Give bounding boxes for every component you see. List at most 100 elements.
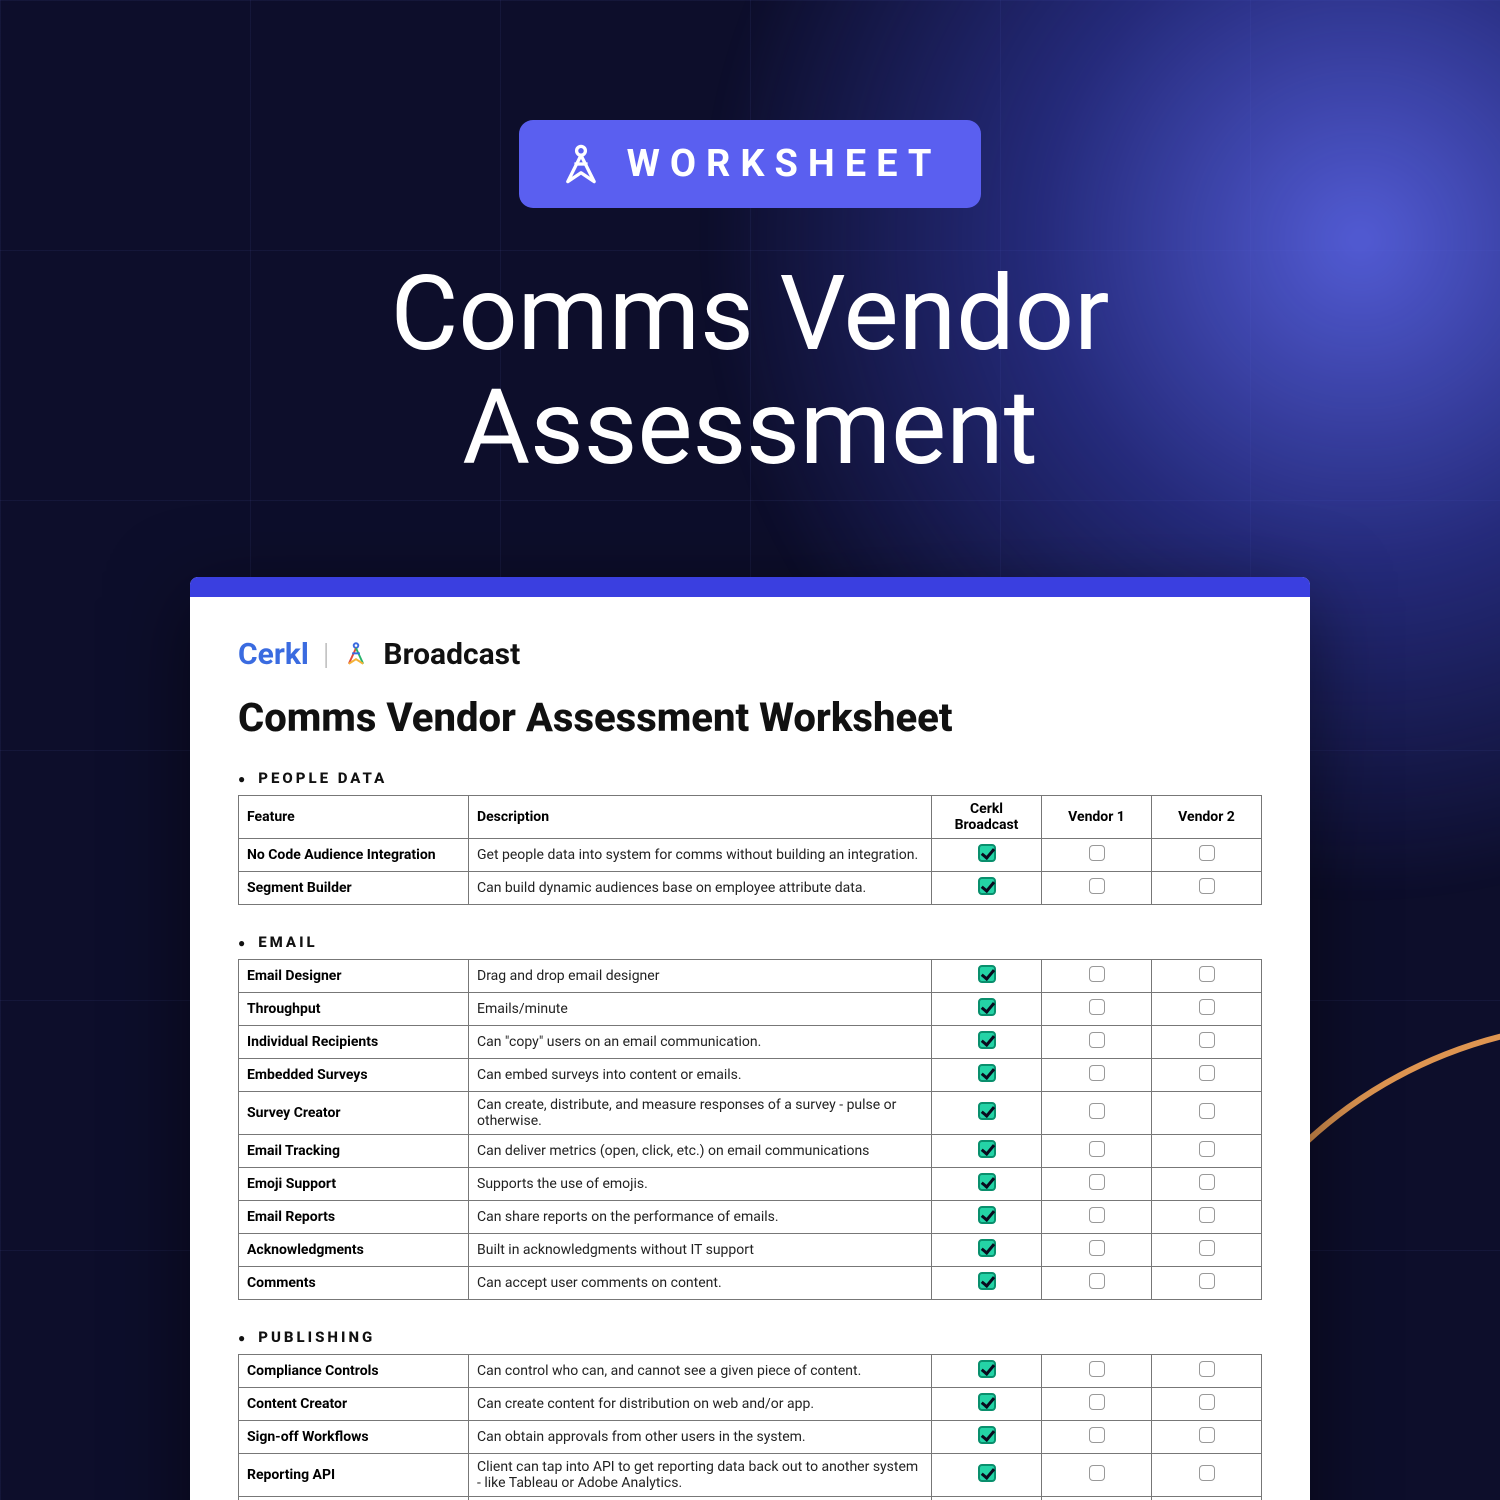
section: EMAILEmail DesignerDrag and drop email d… <box>238 933 1262 1300</box>
bullet-icon <box>238 1328 248 1346</box>
cell-description: Can "copy" users on an email communicati… <box>469 1025 932 1058</box>
checkbox-checked-icon <box>978 1464 996 1482</box>
checkbox-empty-icon <box>1089 966 1105 982</box>
cell-feature: Content Creator <box>239 1387 469 1420</box>
checkbox-checked-icon <box>978 1206 996 1224</box>
cell-vendor1 <box>1042 1058 1152 1091</box>
cell-vendor2 <box>1152 1091 1262 1134</box>
cell-feature: Survey Creator <box>239 1091 469 1134</box>
checkbox-checked-icon <box>978 1102 996 1120</box>
cell-cerkl <box>932 838 1042 871</box>
cell-vendor1 <box>1042 871 1152 904</box>
cell-vendor1 <box>1042 1134 1152 1167</box>
checkbox-checked-icon <box>978 1173 996 1191</box>
checkbox-checked-icon <box>978 844 996 862</box>
checkbox-empty-icon <box>1199 1207 1215 1223</box>
table-row: Sign-off WorkflowsCan obtain approvals f… <box>239 1420 1262 1453</box>
cell-vendor1 <box>1042 1167 1152 1200</box>
cell-feature: Email Reports <box>239 1200 469 1233</box>
checkbox-checked-icon <box>978 965 996 983</box>
cell-vendor2 <box>1152 1266 1262 1299</box>
broadcast-compass-icon <box>343 641 369 667</box>
sections-container: PEOPLE DATA FeatureDescriptionCerkl Broad… <box>238 769 1262 1500</box>
section-name: PEOPLE DATA <box>258 769 387 787</box>
checkbox-empty-icon <box>1089 1273 1105 1289</box>
title-line-1: Comms Vendor <box>391 254 1110 375</box>
cell-feature: Email Designer <box>239 959 469 992</box>
badge-label: WORKSHEET <box>627 142 942 186</box>
cell-cerkl <box>932 1058 1042 1091</box>
feature-table: Compliance ControlsCan control who can, … <box>238 1354 1262 1500</box>
cell-vendor1 <box>1042 1025 1152 1058</box>
cell-feature: Individual Recipients <box>239 1025 469 1058</box>
cell-cerkl <box>932 1200 1042 1233</box>
cell-vendor2 <box>1152 959 1262 992</box>
cell-description: Client can tap into API to get reporting… <box>469 1453 932 1496</box>
col-vendor2: Vendor 2 <box>1152 795 1262 838</box>
cell-description: Can create content for distribution on w… <box>469 1387 932 1420</box>
cell-description: Can control who can, and cannot see a gi… <box>469 1354 932 1387</box>
cell-feature: Embedded Surveys <box>239 1058 469 1091</box>
table-row: Emoji SupportSupports the use of emojis. <box>239 1167 1262 1200</box>
cell-vendor2 <box>1152 1058 1262 1091</box>
checkbox-empty-icon <box>1199 1273 1215 1289</box>
checkbox-empty-icon <box>1089 878 1105 894</box>
cell-cerkl <box>932 1496 1042 1500</box>
page-title: Comms Vendor Assessment <box>391 258 1110 487</box>
content-column: WORKSHEET Comms Vendor Assessment Cerkl … <box>0 0 1500 1500</box>
cell-vendor2 <box>1152 1200 1262 1233</box>
cell-cerkl <box>932 1091 1042 1134</box>
col-cerkl: Cerkl Broadcast <box>932 795 1042 838</box>
cell-vendor2 <box>1152 1167 1262 1200</box>
checkbox-checked-icon <box>978 1272 996 1290</box>
compass-icon <box>559 142 603 186</box>
table-row: Embedded SurveysCan embed surveys into c… <box>239 1058 1262 1091</box>
cell-vendor1 <box>1042 1496 1152 1500</box>
table-row: Email DesignerDrag and drop email design… <box>239 959 1262 992</box>
bullet-icon <box>238 769 248 787</box>
table-row: ThroughputEmails/minute <box>239 992 1262 1025</box>
cell-vendor1 <box>1042 1387 1152 1420</box>
brand-broadcast-text: Broadcast <box>383 637 520 672</box>
cell-description: Can build dynamic audiences base on empl… <box>469 871 932 904</box>
col-description: Description <box>469 795 932 838</box>
cell-description: Can obtain approvals from other users in… <box>469 1420 932 1453</box>
cell-vendor2 <box>1152 1025 1262 1058</box>
section: PEOPLE DATA FeatureDescriptionCerkl Broad… <box>238 769 1262 905</box>
table-row: Compliance ControlsCan control who can, … <box>239 1354 1262 1387</box>
table-row: Survey CreatorCan create, distribute, an… <box>239 1091 1262 1134</box>
cell-description: Can embed surveys into content or emails… <box>469 1058 932 1091</box>
cell-description: Get people data into system for comms wi… <box>469 838 932 871</box>
cell-feature: Sign-off Workflows <box>239 1420 469 1453</box>
cell-description: Can see performance of content on a per-… <box>469 1496 932 1500</box>
feature-table: FeatureDescriptionCerkl Broadcast Vendor … <box>238 795 1262 905</box>
checkbox-empty-icon <box>1089 845 1105 861</box>
checkbox-empty-icon <box>1199 1103 1215 1119</box>
cell-vendor1 <box>1042 1233 1152 1266</box>
checkbox-checked-icon <box>978 1064 996 1082</box>
cell-vendor1 <box>1042 1420 1152 1453</box>
table-row: Reporting APIClient can tap into API to … <box>239 1453 1262 1496</box>
checkbox-empty-icon <box>1089 1174 1105 1190</box>
cell-cerkl <box>932 1453 1042 1496</box>
cell-feature: Compliance Controls <box>239 1354 469 1387</box>
col-feature: Feature <box>239 795 469 838</box>
cell-cerkl <box>932 1025 1042 1058</box>
cell-vendor2 <box>1152 1496 1262 1500</box>
cell-feature: Reporting API <box>239 1453 469 1496</box>
cell-cerkl <box>932 1266 1042 1299</box>
cell-cerkl <box>932 959 1042 992</box>
cell-description: Can create, distribute, and measure resp… <box>469 1091 932 1134</box>
section-heading: PUBLISHING <box>238 1328 1262 1346</box>
cell-vendor2 <box>1152 871 1262 904</box>
cell-cerkl <box>932 1387 1042 1420</box>
checkbox-empty-icon <box>1089 1465 1105 1481</box>
table-row: Content CreatorCan create content for di… <box>239 1387 1262 1420</box>
table-row: Email ReportsCan share reports on the pe… <box>239 1200 1262 1233</box>
cell-vendor1 <box>1042 1091 1152 1134</box>
cell-description: Can share reports on the performance of … <box>469 1200 932 1233</box>
stage: WORKSHEET Comms Vendor Assessment Cerkl … <box>0 0 1500 1500</box>
brand-row: Cerkl | Broadcast <box>238 637 1262 672</box>
checkbox-empty-icon <box>1199 1427 1215 1443</box>
checkbox-checked-icon <box>978 1140 996 1158</box>
